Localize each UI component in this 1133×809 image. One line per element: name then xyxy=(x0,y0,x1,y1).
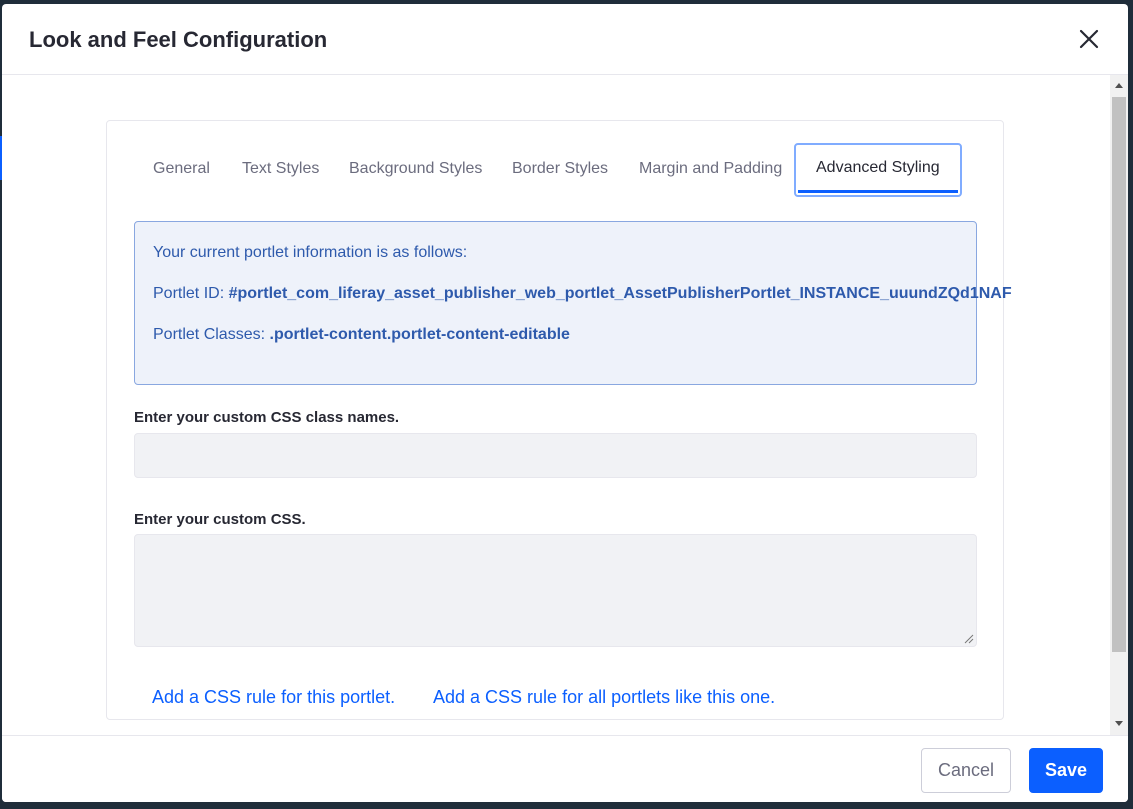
css-class-names-label: Enter your custom CSS class names. xyxy=(134,409,400,426)
scroll-down-arrow-icon[interactable] xyxy=(1115,721,1123,726)
cancel-button[interactable]: Cancel xyxy=(921,748,1011,793)
close-button[interactable] xyxy=(1074,24,1104,54)
tab-advanced-styling-label: Advanced Styling xyxy=(816,159,940,176)
portlet-classes-label: Portlet Classes: xyxy=(153,326,266,343)
look-and-feel-modal: Look and Feel Configuration General Text… xyxy=(2,4,1128,802)
scroll-up-arrow-icon[interactable] xyxy=(1115,83,1123,88)
portlet-id-value: #portlet_com_liferay_asset_publisher_web… xyxy=(228,285,1012,302)
scrollbar-thumb[interactable] xyxy=(1112,97,1126,652)
tab-advanced-styling[interactable]: Advanced Styling xyxy=(794,143,962,197)
custom-css-label: Enter your custom CSS. xyxy=(134,511,306,528)
modal-body[interactable]: General Text Styles Background Styles Bo… xyxy=(2,75,1110,735)
modal-scrollbar[interactable] xyxy=(1110,75,1128,735)
modal-footer: Cancel Save xyxy=(2,735,1128,802)
resize-grip-icon[interactable] xyxy=(964,634,974,644)
add-css-rule-all-portlets-link[interactable]: Add a CSS rule for all portlets like thi… xyxy=(433,687,775,708)
save-button[interactable]: Save xyxy=(1029,748,1103,793)
portlet-id-line: Portlet ID: #portlet_com_liferay_asset_p… xyxy=(153,285,1012,303)
close-icon xyxy=(1079,29,1099,49)
add-css-rule-this-portlet-link[interactable]: Add a CSS rule for this portlet. xyxy=(152,687,395,708)
tab-border-styles[interactable]: Border Styles xyxy=(512,143,608,193)
tab-general[interactable]: General xyxy=(153,143,210,193)
tab-background-styles[interactable]: Background Styles xyxy=(349,143,482,193)
info-intro: Your current portlet information is as f… xyxy=(153,244,468,261)
css-class-names-input[interactable] xyxy=(134,433,977,478)
portlet-classes-value: .portlet-content.portlet-content-editabl… xyxy=(269,326,570,343)
portlet-classes-line: Portlet Classes: .portlet-content.portle… xyxy=(153,326,570,344)
portlet-info-alert: Your current portlet information is as f… xyxy=(134,221,1012,385)
configuration-panel: General Text Styles Background Styles Bo… xyxy=(106,120,1012,720)
active-tab-indicator xyxy=(798,190,958,193)
modal-title: Look and Feel Configuration xyxy=(29,27,328,52)
modal-header: Look and Feel Configuration xyxy=(2,4,1128,75)
tab-text-styles[interactable]: Text Styles xyxy=(242,143,319,193)
custom-css-textarea[interactable] xyxy=(134,534,977,647)
portlet-id-label: Portlet ID: xyxy=(153,285,225,302)
tab-margin-and-padding[interactable]: Margin and Padding xyxy=(639,143,782,193)
